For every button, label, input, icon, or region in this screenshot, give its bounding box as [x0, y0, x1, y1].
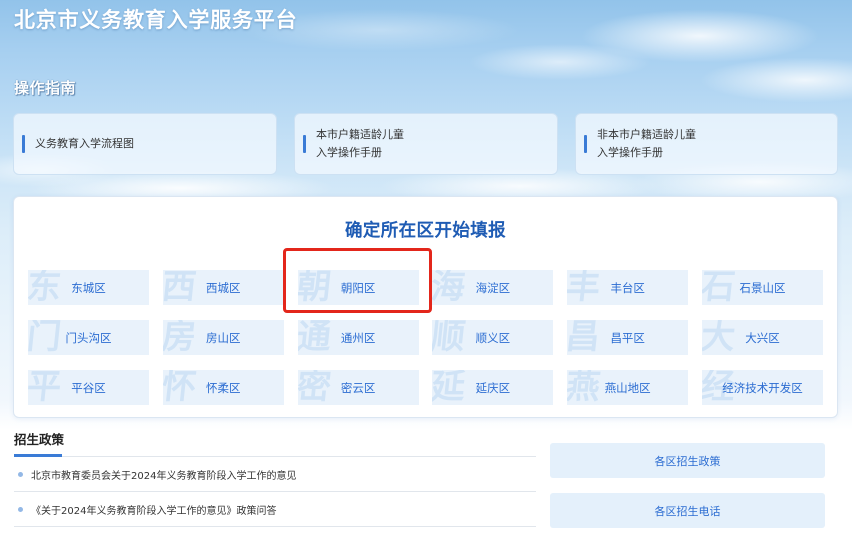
district-button-changping[interactable]: 昌 昌平区 — [567, 320, 689, 355]
district-label: 燕山地区 — [604, 380, 651, 395]
policy-item-text: 北京市教育委员会关于2024年义务教育阶段入学工作的意见 — [31, 471, 297, 482]
card-accent-bar — [584, 135, 587, 153]
district-button-chaoyang[interactable]: 朝 朝阳区 — [297, 270, 419, 305]
district-button-yanqing[interactable]: 延 延庆区 — [432, 370, 554, 405]
guide-card-nonlocal-resident-manual[interactable]: 非本市户籍适龄儿童 入学操作手册 — [575, 113, 838, 175]
district-watermark: 延 — [432, 370, 468, 405]
policy-title-underline — [14, 454, 62, 457]
guide-section-title: 操作指南 — [14, 79, 77, 97]
district-watermark: 密 — [297, 370, 333, 405]
card-text: 义务教育入学流程图 — [35, 135, 134, 153]
district-label: 西城区 — [206, 280, 241, 295]
policy-divider — [14, 456, 536, 457]
district-label: 东城区 — [71, 280, 106, 295]
district-panel: 确定所在区开始填报 东 东城区 西 西城区 朝 朝阳区 海 海淀区 丰 丰台区 … — [13, 196, 838, 418]
district-label: 石景山区 — [739, 280, 786, 295]
district-button-pinggu[interactable]: 平 平谷区 — [28, 370, 149, 405]
district-label: 顺义区 — [475, 330, 511, 345]
district-button-huairou[interactable]: 怀 怀柔区 — [162, 370, 284, 405]
district-label: 朝阳区 — [340, 280, 376, 295]
district-button-miyun[interactable]: 密 密云区 — [297, 370, 419, 405]
card-line: 本市户籍适龄儿童 — [316, 128, 404, 141]
district-watermark: 平 — [28, 370, 64, 405]
district-phone-button[interactable]: 各区招生电话 — [550, 493, 825, 528]
district-label: 延庆区 — [475, 380, 511, 395]
district-button-yanshan[interactable]: 燕 燕山地区 — [567, 370, 689, 405]
policy-item-text: 《关于2024年义务教育阶段入学工作的意见》政策问答 — [31, 506, 277, 517]
district-button-shijingshan[interactable]: 石 石景山区 — [701, 270, 823, 305]
district-label: 丰台区 — [610, 280, 645, 295]
district-watermark: 海 — [432, 270, 468, 305]
district-grid: 东 东城区 西 西城区 朝 朝阳区 海 海淀区 丰 丰台区 石 石景山区 门 门… — [28, 270, 823, 405]
district-button-tongzhou[interactable]: 通 通州区 — [297, 320, 419, 355]
policy-section-title: 招生政策 — [14, 432, 65, 447]
district-watermark: 怀 — [162, 370, 198, 405]
district-button-shunyi[interactable]: 顺 顺义区 — [432, 320, 554, 355]
district-policy-button[interactable]: 各区招生政策 — [550, 443, 825, 478]
card-accent-bar — [303, 135, 306, 153]
guide-card-enrollment-flowchart[interactable]: 义务教育入学流程图 — [13, 113, 277, 175]
card-text: 非本市户籍适龄儿童 入学操作手册 — [597, 126, 696, 162]
district-label: 房山区 — [206, 330, 241, 345]
district-panel-title: 确定所在区开始填报 — [344, 221, 507, 241]
district-label: 门头沟区 — [65, 330, 112, 345]
district-watermark: 通 — [297, 320, 333, 355]
district-button-daxing[interactable]: 大 大兴区 — [701, 320, 823, 355]
district-watermark: 东 — [28, 270, 64, 305]
bullet-dot — [18, 507, 23, 512]
district-phone-label: 各区招生电话 — [654, 504, 721, 518]
district-button-fangshan[interactable]: 房 房山区 — [162, 320, 284, 355]
district-button-dongcheng[interactable]: 东 东城区 — [28, 270, 149, 305]
district-watermark: 门 — [28, 320, 64, 355]
district-label: 平谷区 — [71, 380, 106, 395]
bullet-dot — [18, 472, 23, 477]
district-watermark: 昌 — [567, 320, 603, 355]
district-watermark: 顺 — [432, 320, 468, 355]
district-label: 海淀区 — [475, 280, 511, 295]
district-policy-label: 各区招生政策 — [654, 454, 721, 468]
district-button-xicheng[interactable]: 西 西城区 — [162, 270, 284, 305]
district-watermark: 房 — [162, 320, 198, 355]
card-line: 非本市户籍适龄儿童 — [597, 128, 696, 141]
guide-card-local-resident-manual[interactable]: 本市户籍适龄儿童 入学操作手册 — [294, 113, 558, 175]
district-label: 大兴区 — [745, 330, 780, 345]
district-label: 昌平区 — [610, 330, 645, 345]
site-title: 北京市义务教育入学服务平台 — [14, 8, 298, 32]
district-label: 密云区 — [340, 380, 376, 395]
district-watermark: 大 — [701, 320, 738, 355]
card-line: 义务教育入学流程图 — [35, 137, 134, 150]
card-text: 本市户籍适龄儿童 入学操作手册 — [316, 126, 404, 162]
district-watermark: 石 — [701, 270, 738, 305]
card-accent-bar — [22, 135, 25, 153]
policy-item[interactable]: 北京市教育委员会关于2024年义务教育阶段入学工作的意见 — [14, 458, 536, 492]
district-label: 怀柔区 — [206, 380, 241, 395]
card-line: 入学操作手册 — [597, 146, 663, 159]
district-button-mentougou[interactable]: 门 门头沟区 — [28, 320, 149, 355]
district-button-haidian[interactable]: 海 海淀区 — [432, 270, 554, 305]
district-watermark: 西 — [162, 270, 198, 305]
policy-item[interactable]: 《关于2024年义务教育阶段入学工作的意见》政策问答 — [14, 493, 536, 527]
district-label: 通州区 — [340, 330, 376, 345]
district-watermark: 丰 — [567, 270, 603, 305]
district-button-economic-tech-zone[interactable]: 经 经济技术开发区 — [701, 370, 823, 405]
district-label: 经济技术开发区 — [722, 380, 803, 395]
district-watermark: 朝 — [297, 270, 333, 305]
card-line: 入学操作手册 — [316, 146, 382, 159]
district-watermark: 燕 — [567, 370, 603, 405]
district-button-fengtai[interactable]: 丰 丰台区 — [567, 270, 689, 305]
